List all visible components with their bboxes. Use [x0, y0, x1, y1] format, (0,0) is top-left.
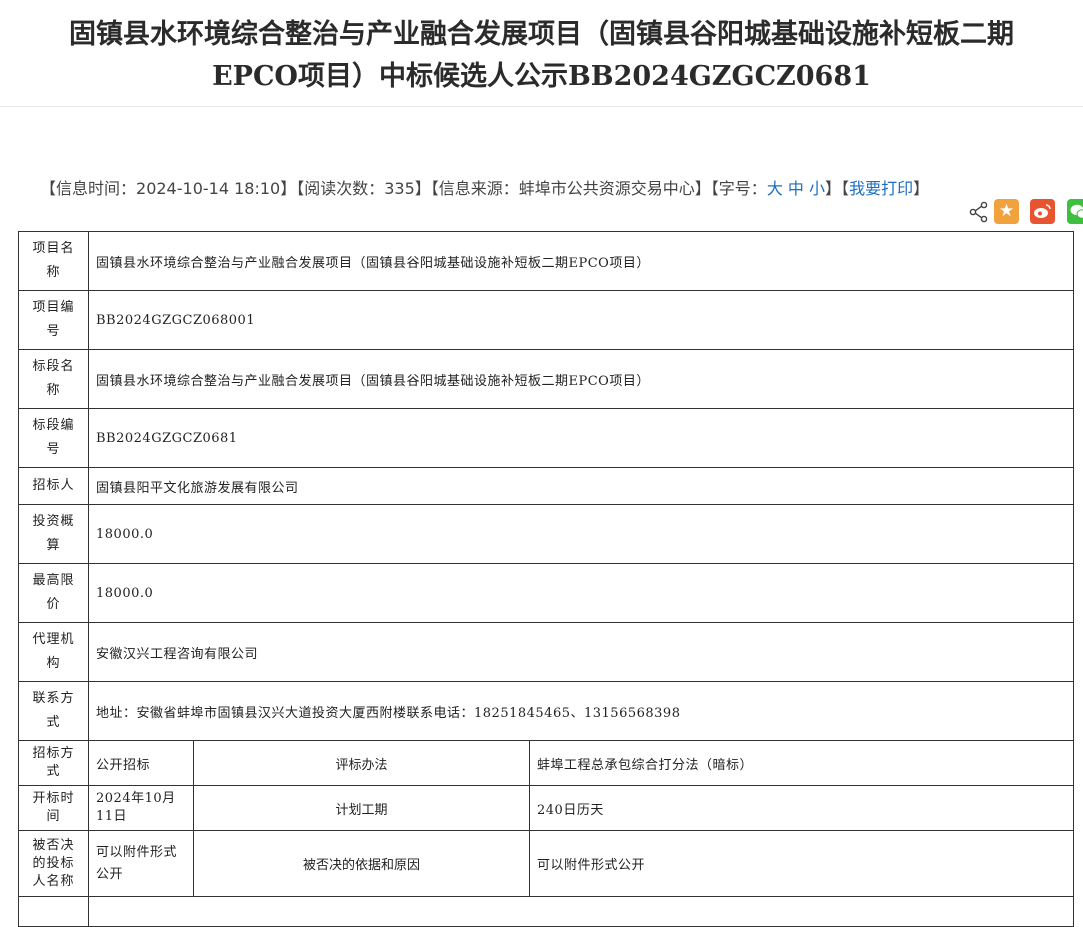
table-row: 招标方式 公开招标 评标办法 蚌埠工程总承包综合打分法（暗标） — [19, 741, 1074, 786]
share-icon[interactable] — [969, 201, 989, 223]
table-row: 最高限价 18000.0 — [19, 564, 1074, 623]
table-row: 标段名称 固镇县水环境综合整治与产业融合发展项目（固镇县谷阳城基础设施补短板二期… — [19, 350, 1074, 409]
weibo-icon[interactable] — [1030, 199, 1055, 224]
empty-cell — [89, 897, 1074, 927]
schedule-label: 计划工期 — [194, 786, 530, 831]
page-title-line2: EPCO项目）中标候选人公示BB2024GZGCZ0681 — [0, 56, 1083, 98]
row-label: 招标方式 — [19, 741, 89, 786]
evaluation-label: 评标办法 — [194, 741, 530, 786]
page-title: 固镇县水环境综合整治与产业融合发展项目（固镇县谷阳城基础设施补短板二期 EPCO… — [0, 14, 1083, 98]
print-link[interactable]: 我要打印 — [849, 179, 913, 198]
project-name-value: 固镇县水环境综合整治与产业融合发展项目（固镇县谷阳城基础设施补短板二期EPCO项… — [89, 232, 1074, 291]
font-size-large-link[interactable]: 大 — [767, 179, 783, 198]
row-label: 被否决的投标人名称 — [19, 831, 89, 897]
info-views-label: 】【阅读次数： — [280, 179, 384, 198]
rejected-value: 可以附件形式公开 — [89, 831, 194, 897]
title-block: 固镇县水环境综合整治与产业融合发展项目（固镇县谷阳城基础设施补短板二期 EPCO… — [0, 0, 1083, 107]
table-row: 被否决的投标人名称 可以附件形式公开 被否决的依据和原因 可以附件形式公开 — [19, 831, 1074, 897]
info-time-value: 2024-10-14 18:10 — [136, 179, 280, 198]
info-views-value: 335 — [384, 179, 415, 198]
empty-cell — [19, 897, 89, 927]
row-label: 代理机构 — [19, 623, 89, 682]
table-row: 代理机构 安徽汉兴工程咨询有限公司 — [19, 623, 1074, 682]
section-name-value: 固镇县水环境综合整治与产业融合发展项目（固镇县谷阳城基础设施补短板二期EPCO项… — [89, 350, 1074, 409]
tenderer-value: 固镇县阳平文化旅游发展有限公司 — [89, 468, 1074, 505]
rejected-reason-value: 可以附件形式公开 — [530, 831, 1074, 897]
row-label: 项目编号 — [19, 291, 89, 350]
font-size-small-link[interactable]: 小 — [809, 179, 825, 198]
open-time-value: 2024年10月11日 — [89, 786, 194, 831]
info-source-value: 蚌埠市公共资源交易中心 — [519, 179, 695, 198]
contact-value: 地址：安徽省蚌埠市固镇县汉兴大道投资大厦西附楼联系电话：18251845465、… — [89, 682, 1074, 741]
table-row: 项目名称 固镇县水环境综合整治与产业融合发展项目（固镇县谷阳城基础设施补短板二期… — [19, 232, 1074, 291]
schedule-value: 240日历天 — [530, 786, 1074, 831]
font-size-medium-link[interactable]: 中 — [788, 179, 804, 198]
row-label: 标段编号 — [19, 409, 89, 468]
table-row: 投资概算 18000.0 — [19, 505, 1074, 564]
info-time-label: 【信息时间： — [40, 179, 136, 198]
table-row: 标段编号 BB2024GZGCZ0681 — [19, 409, 1074, 468]
project-no-value: BB2024GZGCZ068001 — [89, 291, 1074, 350]
agency-value: 安徽汉兴工程咨询有限公司 — [89, 623, 1074, 682]
max-price-value: 18000.0 — [89, 564, 1074, 623]
row-label: 标段名称 — [19, 350, 89, 409]
section-no-value: BB2024GZGCZ0681 — [89, 409, 1074, 468]
row-label: 最高限价 — [19, 564, 89, 623]
row-label: 开标时间 — [19, 786, 89, 831]
row-label: 招标人 — [19, 468, 89, 505]
wechat-icon[interactable] — [1067, 199, 1083, 224]
row-label: 投资概算 — [19, 505, 89, 564]
page-title-line1: 固镇县水环境综合整治与产业融合发展项目（固镇县谷阳城基础设施补短板二期 — [0, 14, 1083, 56]
favorite-star-icon[interactable]: ★ — [994, 199, 1019, 224]
info-print-close: 】 — [913, 179, 929, 198]
info-print-open: 】【 — [825, 179, 849, 198]
method-value: 公开招标 — [89, 741, 194, 786]
row-label: 项目名称 — [19, 232, 89, 291]
table-row: 项目编号 BB2024GZGCZ068001 — [19, 291, 1074, 350]
table-row: 招标人 固镇县阳平文化旅游发展有限公司 — [19, 468, 1074, 505]
table-row: 开标时间 2024年10月11日 计划工期 240日历天 — [19, 786, 1074, 831]
info-bar: 【信息时间：2024-10-14 18:10】【阅读次数：335】【信息来源：蚌… — [40, 178, 929, 200]
info-source-label: 】【信息来源： — [415, 179, 519, 198]
announcement-table: 项目名称 固镇县水环境综合整治与产业融合发展项目（固镇县谷阳城基础设施补短板二期… — [18, 231, 1074, 927]
investment-value: 18000.0 — [89, 505, 1074, 564]
row-label: 联系方式 — [19, 682, 89, 741]
rejected-reason-label: 被否决的依据和原因 — [194, 831, 530, 897]
table-row: 联系方式 地址：安徽省蚌埠市固镇县汉兴大道投资大厦西附楼联系电话：1825184… — [19, 682, 1074, 741]
table-row — [19, 897, 1074, 927]
evaluation-value: 蚌埠工程总承包综合打分法（暗标） — [530, 741, 1074, 786]
info-font-label: 】【字号： — [695, 179, 767, 198]
